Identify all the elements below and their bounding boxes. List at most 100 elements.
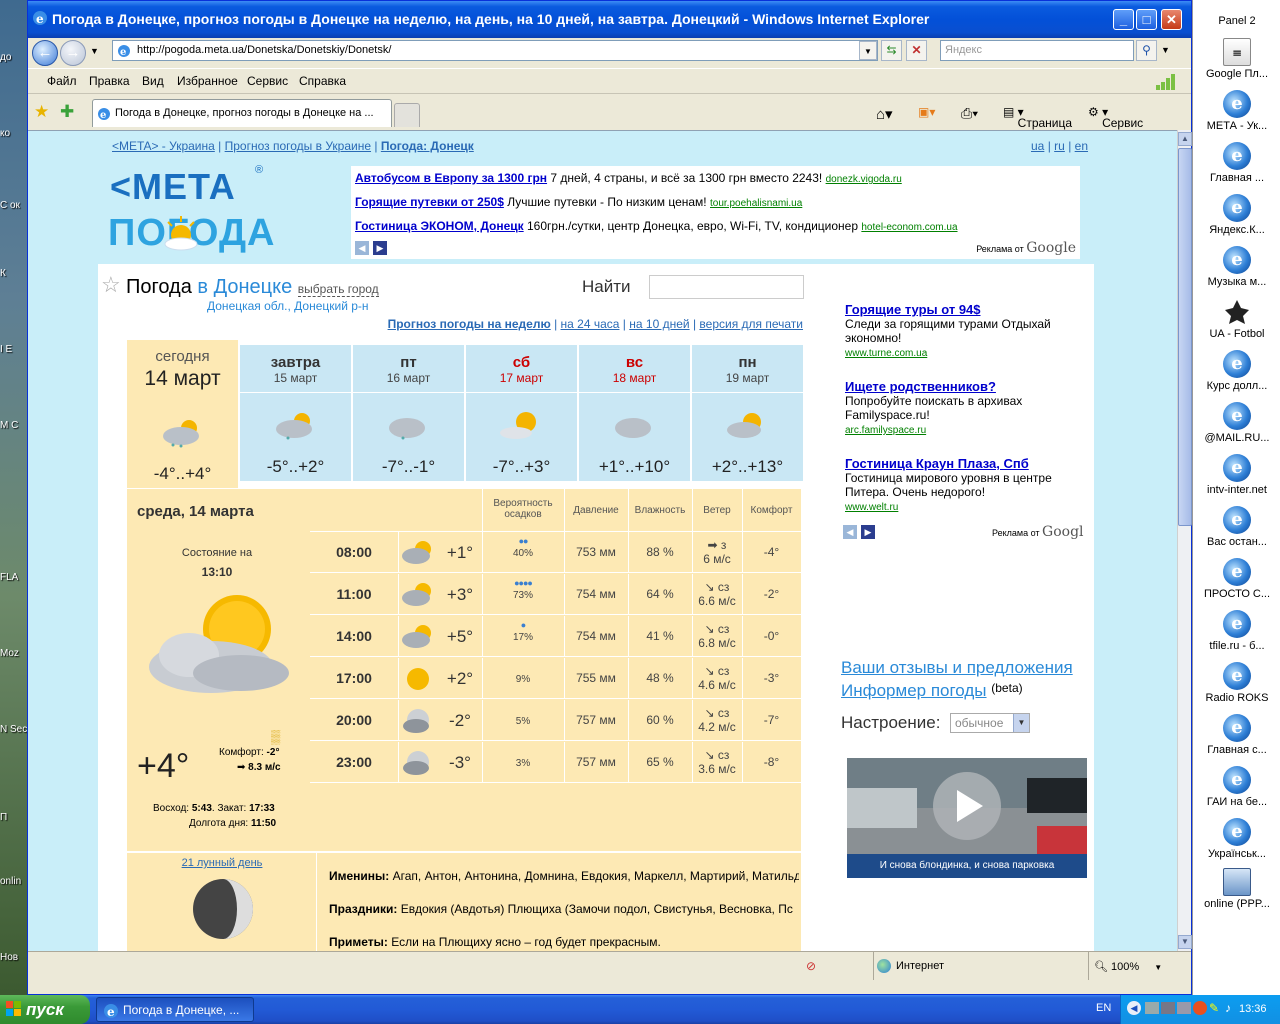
panel-shortcut[interactable]: e Главная с... (1193, 714, 1280, 756)
close-button[interactable]: ✕ (1161, 9, 1182, 30)
maximize-button[interactable]: □ (1136, 9, 1157, 30)
scroll-up-icon[interactable]: ▲ (1178, 132, 1192, 146)
tray-icon[interactable] (1193, 1001, 1207, 1015)
meta-pogoda-logo[interactable]: <МЕТА ® ПОГОДА (108, 164, 310, 254)
breadcrumb-forecast-ua[interactable]: Прогноз погоды в Украине (225, 139, 371, 153)
tray-icon[interactable]: ✎ (1209, 1001, 1223, 1015)
menu-help[interactable]: Справка (299, 74, 346, 88)
find-input[interactable] (649, 275, 804, 299)
panel-shortcut[interactable]: e ПРОСТО С... (1193, 558, 1280, 600)
ad-url[interactable]: donezk.vigoda.ru (826, 174, 902, 185)
tools-menu[interactable]: ⚙ Сервис ▾ (1088, 105, 1143, 130)
vertical-scrollbar[interactable]: ▲ ▼ (1177, 130, 1192, 951)
popup-blocker-icon[interactable]: ⊘ (806, 959, 816, 973)
breadcrumb-current[interactable]: Погода: Донецк (381, 139, 474, 153)
day-card[interactable]: вс 18 март +1°..+10° (579, 345, 690, 481)
refresh-icon[interactable]: ⇆ (881, 40, 902, 61)
menu-tools[interactable]: Сервис (247, 74, 288, 88)
menu-edit[interactable]: Правка (89, 74, 130, 88)
language-indicator[interactable]: EN (1096, 1002, 1111, 1014)
panel-shortcut[interactable]: UA - Fotbol (1193, 298, 1280, 340)
ad-url[interactable]: arc.familyspace.ru (845, 425, 926, 436)
search-icon[interactable]: ⚲ (1136, 40, 1157, 61)
page-menu[interactable]: ▤ Страница ▾ (1003, 105, 1072, 130)
day-card[interactable]: пт 16 март -7°..-1° (353, 345, 464, 481)
forward-button[interactable]: → (60, 40, 86, 66)
address-dropdown-icon[interactable]: ▼ (859, 41, 877, 60)
title-bar[interactable]: e Погода в Донецке, прогноз погоды в Дон… (28, 1, 1191, 38)
ad-url[interactable]: www.turne.com.ua (845, 348, 927, 359)
week-forecast-link[interactable]: Прогноз погоды на неделю (388, 317, 551, 331)
taskbar-ie-window[interactable]: e Погода в Донецке, ... (96, 997, 254, 1022)
ad-title[interactable]: Ищете родственников? (845, 379, 996, 394)
ad-title[interactable]: Горящие путевки от 250$ (355, 195, 504, 209)
lang-en[interactable]: en (1075, 139, 1088, 153)
panel-shortcut[interactable]: e Главная ... (1193, 142, 1280, 184)
volume-icon[interactable]: ♪ (1225, 1001, 1239, 1015)
network-tray-icon[interactable] (1145, 1002, 1159, 1014)
print-version-link[interactable]: версия для печати (699, 317, 803, 331)
favorites-star-icon[interactable]: ★ (34, 102, 49, 122)
tray-expand-icon[interactable]: ◀ (1127, 1001, 1141, 1015)
right-ad[interactable]: Ищете родственников? Попробуйте поискать … (845, 379, 1070, 436)
panel-shortcut[interactable]: e Radio ROKS (1193, 662, 1280, 704)
print-icon[interactable]: ⎙▾ (961, 105, 978, 122)
panel-shortcut[interactable]: e Музыка м... (1193, 246, 1280, 288)
panel-shortcut[interactable]: e intv-inter.net (1193, 454, 1280, 496)
ad-title[interactable]: Горящие туры от 94$ (845, 302, 981, 317)
breadcrumb-meta[interactable]: <META> - Украина (112, 139, 215, 153)
24h-forecast-link[interactable]: на 24 часа (561, 317, 620, 331)
ad-title[interactable]: Гостиница Краун Плаза, Спб (845, 456, 1029, 471)
day-card[interactable]: завтра 15 март -5°..+2° (240, 345, 351, 481)
new-tab-button[interactable] (394, 103, 420, 127)
ad-title[interactable]: Гостиница ЭКОНОМ, Донецк (355, 219, 524, 233)
panel-shortcut[interactable]: e Українськ... (1193, 818, 1280, 860)
ad-line[interactable]: Автобусом в Европу за 1300 грн 7 дней, 4… (355, 171, 902, 185)
ad-next-icon[interactable]: ▶ (373, 241, 387, 255)
ads-by-google[interactable]: Реклама от Google (976, 240, 1076, 256)
stop-icon[interactable]: ✕ (906, 40, 927, 61)
search-options-icon[interactable]: ▼ (1161, 45, 1170, 55)
day-card-today[interactable]: сегодня 14 март -4°..+4° (127, 340, 238, 488)
ad-url[interactable]: hotel-econom.com.ua (861, 222, 957, 233)
feedback-link[interactable]: Ваши отзывы и предложения (841, 658, 1073, 678)
ad-prev-icon[interactable]: ◀ (355, 241, 369, 255)
right-ad[interactable]: Горящие туры от 94$ Следи за горящими тур… (845, 302, 1070, 359)
home-icon[interactable]: ⌂▾ (876, 105, 893, 123)
search-input[interactable]: Яндекс (940, 40, 1134, 61)
informer-link[interactable]: Информер погоды (841, 681, 987, 700)
right-ad[interactable]: Гостиница Краун Плаза, Спб Гостиница миро… (845, 456, 1070, 513)
ad-url[interactable]: tour.poehalisnami.ua (710, 198, 802, 209)
zoom-control[interactable]: 🔍︎ 100% ▼ (1094, 960, 1162, 973)
choose-city-link[interactable]: выбрать город (297, 282, 379, 297)
address-bar[interactable]: e http://pogoda.meta.ua/Donetska/Donetsk… (112, 40, 878, 61)
add-favorites-icon[interactable]: ✚ (60, 102, 74, 122)
menu-view[interactable]: Вид (142, 74, 164, 88)
ad-prev-icon[interactable]: ◀ (843, 525, 857, 539)
panel-shortcut[interactable]: e tfile.ru - б... (1193, 610, 1280, 652)
panel-shortcut[interactable]: e @MAIL.RU... (1193, 402, 1280, 444)
network-tray-icon[interactable] (1161, 1002, 1175, 1014)
video-thumbnail[interactable]: И снова блондинка, и снова парковка (847, 758, 1087, 878)
ad-url[interactable]: www.welt.ru (845, 502, 898, 513)
ad-title[interactable]: Автобусом в Европу за 1300 грн (355, 171, 547, 185)
scroll-thumb[interactable] (1178, 148, 1192, 526)
mood-select[interactable]: обычное ▼ (950, 713, 1030, 733)
lunar-day-link[interactable]: 21 лунный день (127, 857, 317, 869)
tray-icon[interactable] (1177, 1002, 1191, 1014)
lang-ru[interactable]: ru (1054, 139, 1065, 153)
panel-shortcut[interactable]: online (PPP... (1193, 868, 1280, 910)
minimize-button[interactable]: _ (1113, 9, 1134, 30)
ad-line[interactable]: Горящие путевки от 250$ Лучшие путевки -… (355, 195, 802, 209)
menu-file[interactable]: Файл (47, 74, 77, 88)
panel-shortcut[interactable]: e Вас остан... (1193, 506, 1280, 548)
panel-shortcut[interactable]: e ГАИ на бе... (1193, 766, 1280, 808)
favorite-star-icon[interactable]: ☆ (101, 272, 121, 298)
day-card[interactable]: сб 17 март -7°..+3° (466, 345, 577, 481)
panel-shortcut[interactable]: e Яндекс.К... (1193, 194, 1280, 236)
ads-by-google[interactable]: Реклама от Googl (992, 524, 1084, 540)
ad-line[interactable]: Гостиница ЭКОНОМ, Донецк 160грн./сутки, … (355, 219, 958, 233)
day-card[interactable]: пн 19 март +2°..+13° (692, 345, 803, 481)
start-button[interactable]: пуск (0, 995, 90, 1024)
back-button[interactable]: ← (32, 40, 58, 66)
